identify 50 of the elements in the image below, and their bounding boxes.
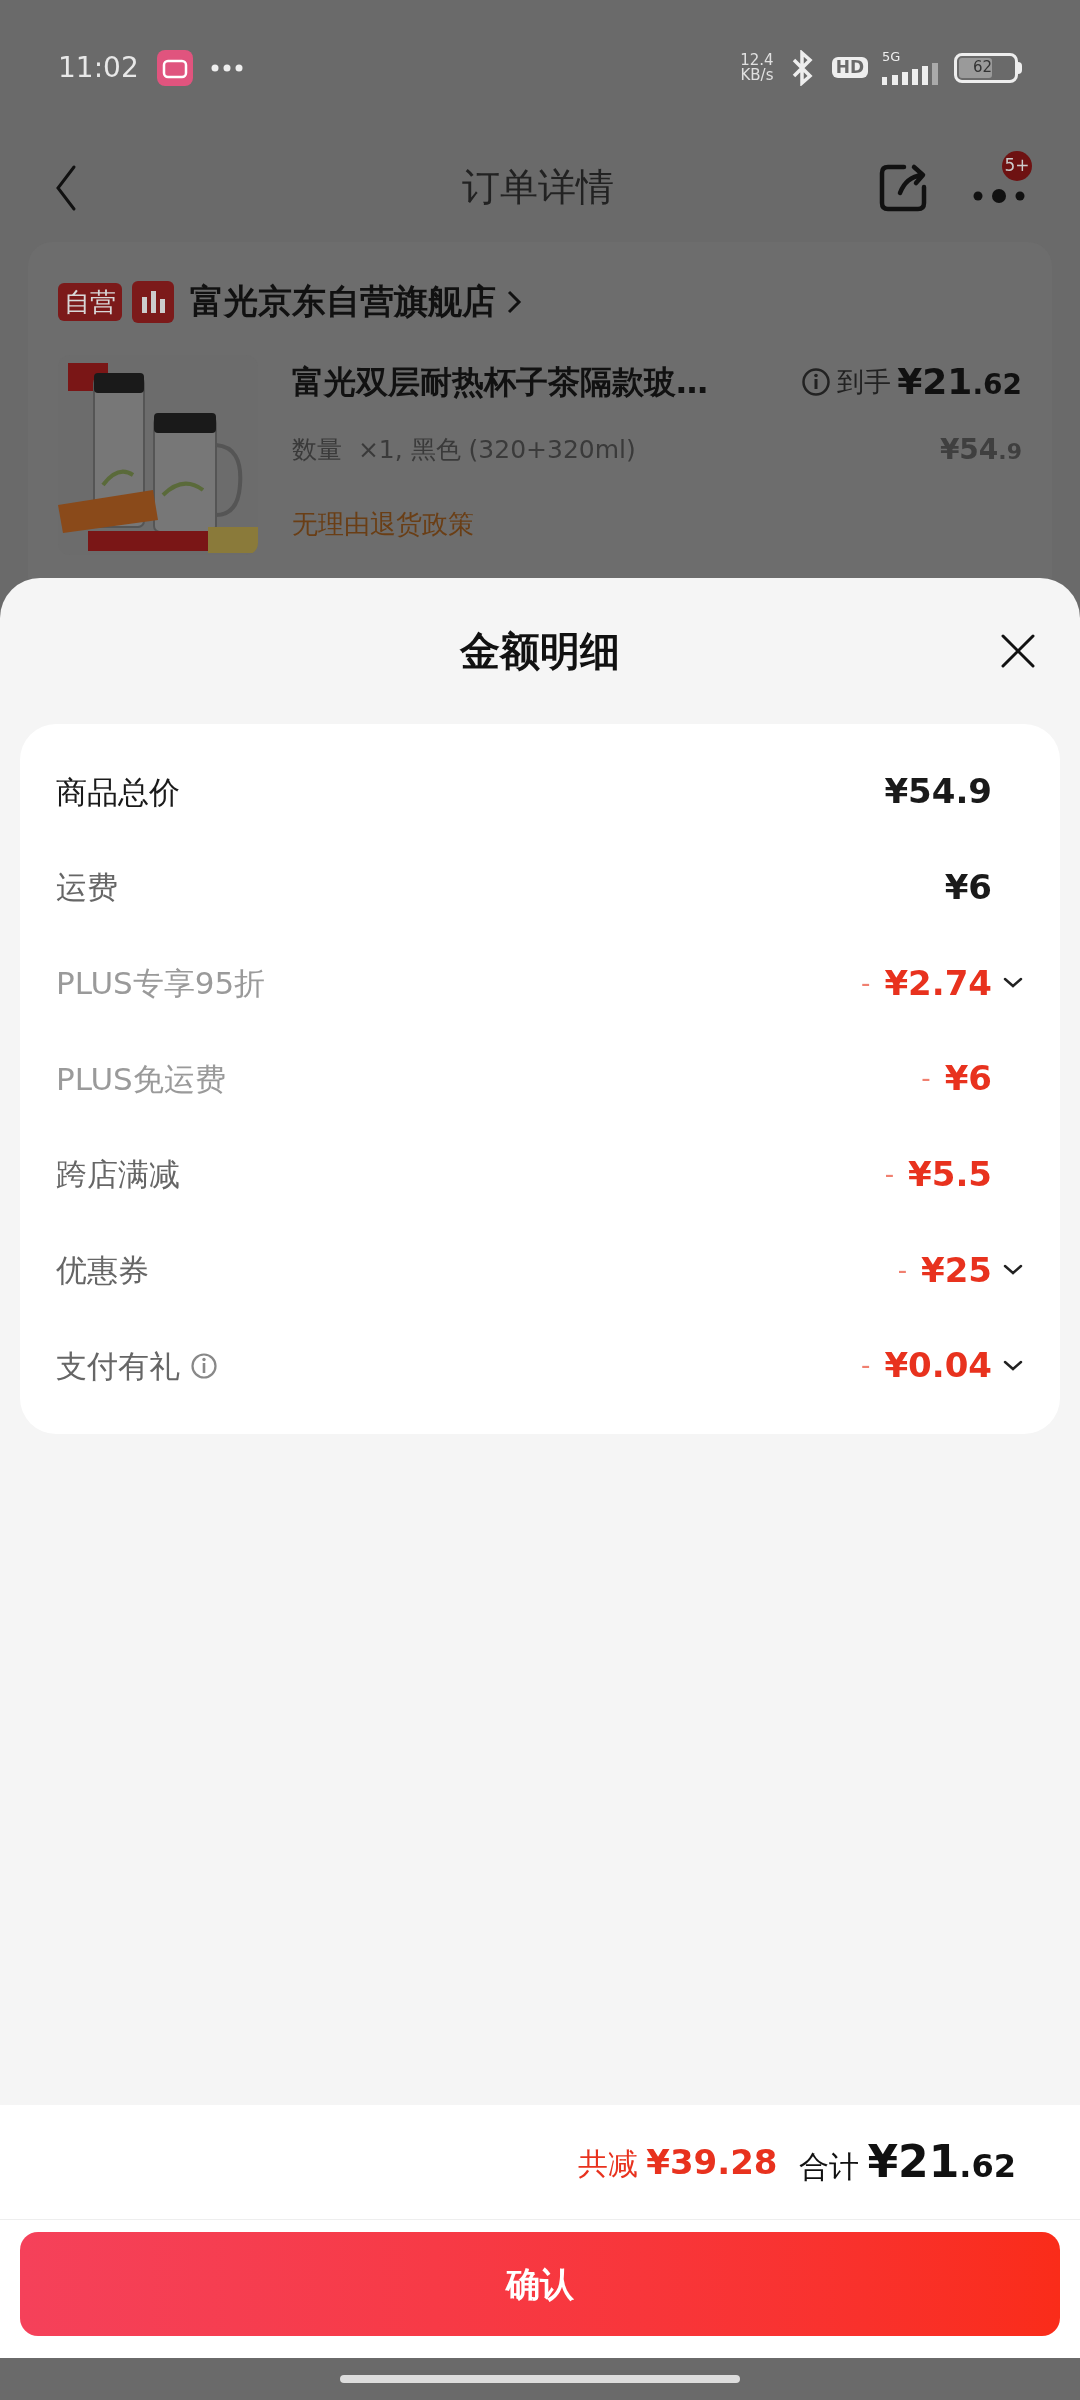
back-icon[interactable] bbox=[54, 163, 78, 212]
network-speed: 12.4 bbox=[740, 52, 774, 68]
page-title: 订单详情 bbox=[462, 164, 614, 211]
battery-level: 62 bbox=[972, 60, 993, 75]
net-price-label: 到手 bbox=[837, 364, 892, 399]
discount-amount: ¥0.04 bbox=[884, 1344, 992, 1388]
close-icon[interactable] bbox=[1000, 633, 1036, 669]
discount-amount: ¥25 bbox=[921, 1248, 992, 1292]
fee-label: 优惠券 bbox=[56, 1251, 149, 1291]
signal-icon bbox=[882, 63, 940, 85]
confirm-button[interactable]: 确认 bbox=[20, 2232, 1060, 2336]
minus-sign: - bbox=[921, 1062, 931, 1096]
network-type: 5G bbox=[882, 50, 901, 63]
more-icon bbox=[210, 63, 243, 72]
sheet-title: 金额明细 bbox=[460, 627, 620, 676]
minus-sign: - bbox=[884, 1158, 895, 1192]
discount-amount: ¥6 bbox=[944, 1057, 992, 1101]
store-icon bbox=[132, 280, 174, 323]
saved-amount: ¥39.28 bbox=[646, 2140, 778, 2184]
total-label: 合计 bbox=[799, 2148, 860, 2186]
info-icon[interactable] bbox=[801, 367, 832, 397]
minus-sign: - bbox=[861, 966, 871, 1000]
discount-amount: ¥2.74 bbox=[884, 961, 992, 1005]
fee-amount: ¥54.9 bbox=[884, 770, 992, 814]
fee-label: 商品总价 bbox=[56, 772, 180, 812]
speed-unit: KB/s bbox=[740, 67, 774, 83]
product-title[interactable]: 富光双层耐热杯子茶隔款玻… bbox=[292, 358, 708, 406]
hd-badge: HD bbox=[831, 57, 868, 78]
discount-amount: ¥5.5 bbox=[908, 1153, 992, 1197]
self-operated-tag: 自营 bbox=[58, 282, 122, 321]
notification-badge: 5+ bbox=[1002, 150, 1032, 181]
fee-label: 运费 bbox=[56, 868, 118, 908]
info-icon[interactable] bbox=[190, 1351, 218, 1380]
chevron-right-icon bbox=[506, 288, 522, 315]
fee-label: PLUS专享95折 bbox=[56, 963, 266, 1003]
fee-amount: ¥6 bbox=[944, 866, 992, 910]
return-policy: 无理由退货政策 bbox=[292, 508, 475, 541]
minus-sign: - bbox=[897, 1253, 907, 1287]
minus-sign: - bbox=[861, 1349, 871, 1383]
fee-label: 支付有礼 bbox=[56, 1346, 180, 1386]
share-icon[interactable] bbox=[878, 162, 928, 213]
saved-label: 共减 bbox=[578, 2144, 639, 2183]
app-icon bbox=[156, 49, 193, 86]
status-time: 11:02 bbox=[58, 49, 139, 86]
fee-label: 跨店满减 bbox=[56, 1155, 180, 1195]
more-menu-icon[interactable] bbox=[972, 188, 1026, 203]
fee-label: PLUS免运费 bbox=[56, 1059, 226, 1099]
net-price: ¥21.62 bbox=[897, 360, 1022, 404]
total-amount: ¥21.62 bbox=[867, 2135, 1016, 2189]
store-name[interactable]: 富光京东自营旗舰店 bbox=[190, 276, 496, 327]
